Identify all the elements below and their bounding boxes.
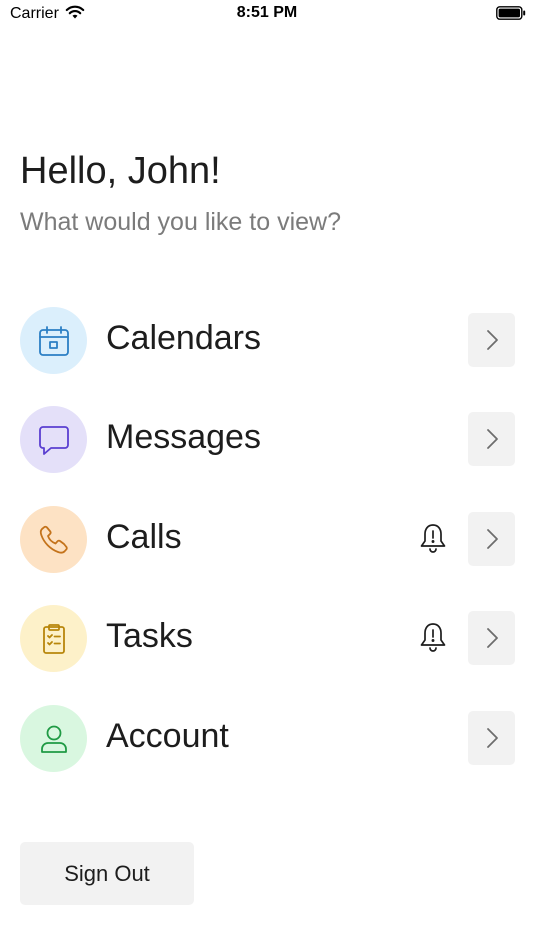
menu-item-label: Messages bbox=[106, 418, 261, 456]
messages-chevron-button[interactable] bbox=[468, 412, 515, 466]
bell-alert-icon bbox=[420, 623, 446, 652]
menu-item-messages[interactable]: Messages bbox=[0, 406, 534, 476]
greeting-subtitle: What would you like to view? bbox=[20, 208, 341, 236]
battery-icon bbox=[496, 6, 526, 20]
chevron-right-icon bbox=[486, 330, 498, 350]
phone-icon bbox=[20, 506, 87, 573]
account-chevron-button[interactable] bbox=[468, 711, 515, 765]
menu-item-account[interactable]: Account bbox=[0, 705, 534, 775]
menu-item-tasks[interactable]: Tasks bbox=[0, 605, 534, 675]
calendar-icon bbox=[20, 307, 87, 374]
chevron-right-icon bbox=[486, 628, 498, 648]
message-icon bbox=[20, 406, 87, 473]
calls-chevron-button[interactable] bbox=[468, 512, 515, 566]
person-icon bbox=[20, 705, 87, 772]
bell-alert-icon bbox=[420, 524, 446, 553]
tasks-chevron-button[interactable] bbox=[468, 611, 515, 665]
chevron-right-icon bbox=[486, 728, 498, 748]
home-screen: Carrier 8:51 PM Hello, John! What would … bbox=[0, 0, 534, 950]
status-bar: Carrier 8:51 PM bbox=[0, 0, 534, 30]
clipboard-icon bbox=[20, 605, 87, 672]
clock-label: 8:51 PM bbox=[236, 4, 298, 21]
sign-out-button[interactable]: Sign Out bbox=[20, 842, 194, 905]
menu-item-label: Calls bbox=[106, 518, 182, 556]
chevron-right-icon bbox=[486, 529, 498, 549]
menu-item-calls[interactable]: Calls bbox=[0, 506, 534, 576]
menu-item-label: Account bbox=[106, 717, 229, 755]
menu-item-label: Tasks bbox=[106, 617, 193, 655]
menu-item-label: Calendars bbox=[106, 319, 261, 357]
calendars-chevron-button[interactable] bbox=[468, 313, 515, 367]
chevron-right-icon bbox=[486, 429, 498, 449]
menu-item-calendars[interactable]: Calendars bbox=[0, 307, 534, 377]
greeting-title: Hello, John! bbox=[20, 150, 221, 192]
